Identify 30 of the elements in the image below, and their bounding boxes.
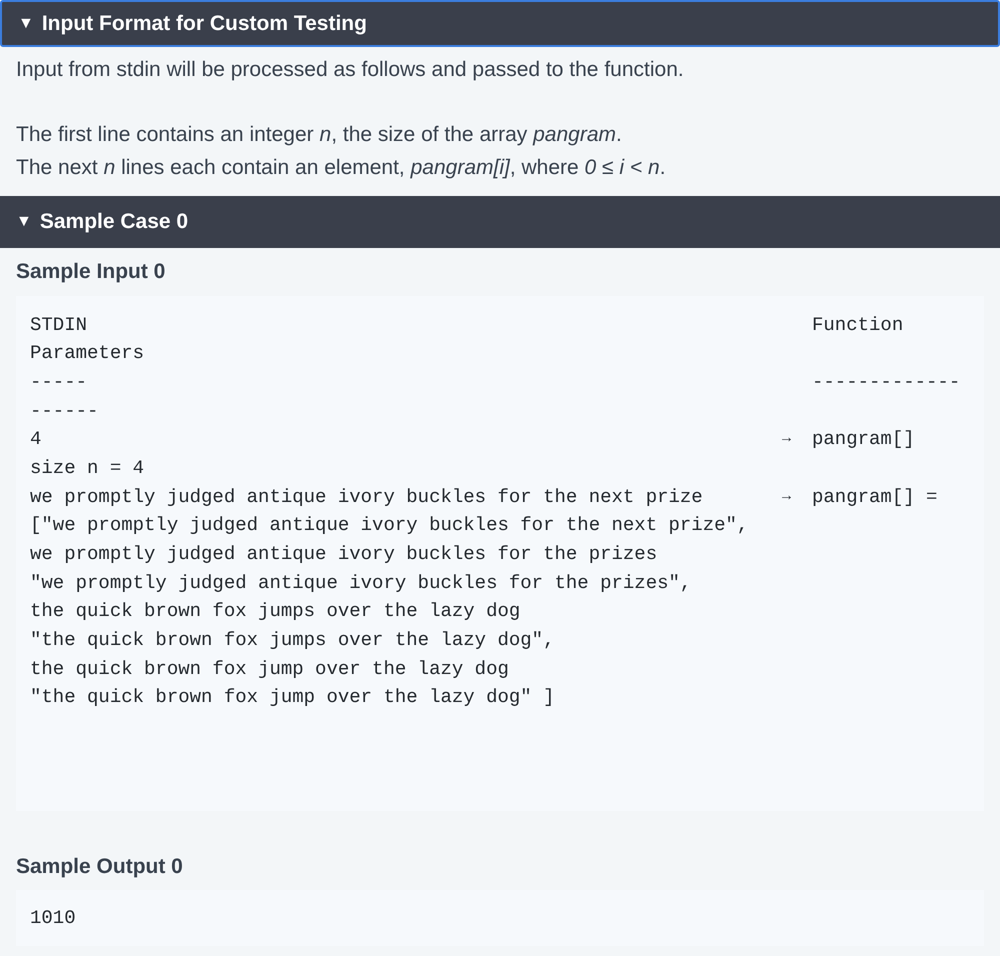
code-line: "the quick brown fox jump over the lazy dog" ] xyxy=(30,685,556,710)
section-header[interactable]: ▼ Input Format for Custom Testing xyxy=(0,0,1000,47)
arrow-icon: → xyxy=(782,482,812,512)
section-heading: Sample Input 0 xyxy=(15,259,166,285)
code-line: the quick brown fox jump over the lazy dog xyxy=(30,656,510,682)
toggle-icon: ▼ xyxy=(16,210,32,234)
code-line: STDIN xyxy=(30,312,88,338)
code-line: Function xyxy=(812,312,904,338)
description-text: The next n lines each contain an element, pangram[i], where 0 ≤ i < n. xyxy=(16,155,667,181)
code-line: ------------- xyxy=(812,370,960,395)
arrow-icon: → xyxy=(782,425,812,454)
code-line: we promptly judged antique ivory buckles for the next prize xyxy=(30,484,704,510)
code-line: "the quick brown fox jumps over the lazy dog", xyxy=(30,628,556,654)
description-text: Input from stdin will be processed as follows and passed to the function. xyxy=(16,57,685,83)
code-line: we promptly judged antique ivory buckles for the prizes xyxy=(30,542,658,567)
code-line: 4 xyxy=(30,427,42,452)
toggle-icon: ▼ xyxy=(18,12,34,36)
section-header[interactable]: ▼ Sample Case 0 xyxy=(0,196,1000,248)
code-line: size n = 4 xyxy=(30,456,146,481)
code-line: ------ xyxy=(30,398,100,424)
code-line: pangram[] xyxy=(812,427,915,452)
code-line: 1010 xyxy=(30,906,77,931)
code-line: ----- xyxy=(30,370,88,395)
code-line: Parameters xyxy=(30,341,146,366)
code-line: pangram[] = xyxy=(812,484,938,510)
code-line: "we promptly judged antique ivory buckles for the prizes", xyxy=(30,570,692,596)
section-heading: Sample Output 0 xyxy=(15,854,184,880)
code-line: ["we promptly judged antique ivory buckles for the next prize", xyxy=(30,513,750,538)
code-line: the quick brown fox jumps over the lazy dog xyxy=(30,599,522,624)
description-text: The first line contains an integer n, the size of the array pangram. xyxy=(16,122,623,148)
